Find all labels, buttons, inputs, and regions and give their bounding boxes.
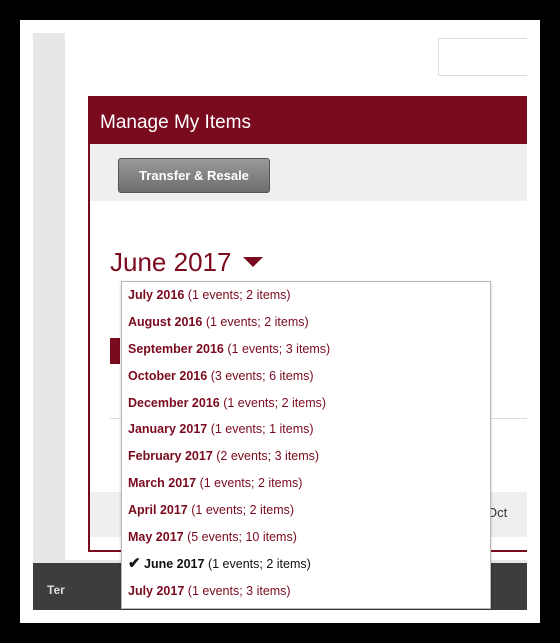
dropdown-item-month: April 2017 xyxy=(128,503,188,518)
dropdown-item-selected[interactable]: ✔ June 2017 (1 events; 2 items) xyxy=(122,551,490,578)
dropdown-item-count: (1 events; 3 items) xyxy=(187,583,291,598)
top-field[interactable] xyxy=(438,38,527,76)
transfer-resale-button[interactable]: Transfer & Resale xyxy=(118,158,270,193)
dropdown-item-month: March 2017 xyxy=(128,476,197,491)
dropdown-item-month: January 2017 xyxy=(128,422,208,437)
panel-title: Manage My Items xyxy=(100,112,251,133)
dropdown-item[interactable]: April 2017 (1 events; 2 items) xyxy=(122,497,490,524)
dropdown-item-count: (1 events; 3 items) xyxy=(227,341,331,356)
screenshot-frame: Manage My Items Transfer & Resale June 2… xyxy=(20,20,540,623)
dropdown-item[interactable]: May 2017 (5 events; 10 items) xyxy=(122,524,490,551)
selected-month-label: June 2017 xyxy=(110,247,232,277)
hidden-content-marker xyxy=(110,338,120,364)
dropdown-item-month: June 2017 xyxy=(144,556,205,571)
dropdown-item[interactable]: October 2016 (3 events; 6 items) xyxy=(122,363,490,390)
dropdown-item-count: (3 events; 6 items) xyxy=(210,368,314,383)
action-row: Transfer & Resale xyxy=(90,144,527,201)
dropdown-item[interactable]: August 2016 (1 events; 2 items) xyxy=(122,309,490,336)
dropdown-item[interactable]: February 2017 (2 events; 3 items) xyxy=(122,443,490,470)
checkmark-icon: ✔ xyxy=(128,554,141,572)
dropdown-item-month: July 2017 xyxy=(128,583,185,598)
dropdown-item-count: (1 events; 2 items) xyxy=(207,556,311,571)
dropdown-item-count: (1 events; 1 items) xyxy=(210,422,314,437)
dropdown-item-month: October 2016 xyxy=(128,368,208,383)
dropdown-item[interactable]: March 2017 (1 events; 2 items) xyxy=(122,470,490,497)
dropdown-item-count: (1 events; 2 items) xyxy=(205,314,309,329)
dropdown-item[interactable]: July 2016 (1 events; 2 items) xyxy=(122,282,490,309)
dropdown-item[interactable]: January 2017 (1 events; 1 items) xyxy=(122,416,490,443)
month-selector[interactable]: June 2017 xyxy=(110,247,264,278)
viewport: Manage My Items Transfer & Resale June 2… xyxy=(33,33,527,610)
dropdown-item-month: February 2017 xyxy=(128,449,213,464)
dropdown-item[interactable]: September 2016 (1 events; 3 items) xyxy=(122,336,490,363)
panel-header: Manage My Items xyxy=(90,98,527,144)
footer-link[interactable]: Ter xyxy=(47,583,65,597)
dropdown-item-count: (5 events; 10 items) xyxy=(187,530,297,545)
dropdown-item-month: September 2016 xyxy=(128,341,224,356)
dropdown-item-month: May 2017 xyxy=(128,530,184,545)
month-dropdown[interactable]: July 2016 (1 events; 2 items) August 201… xyxy=(121,281,491,609)
dropdown-item-month: July 2016 xyxy=(128,288,185,302)
dropdown-item[interactable]: July 2017 (1 events; 3 items) xyxy=(122,578,490,605)
dropdown-item-count: (1 events; 2 items) xyxy=(223,395,327,410)
caret-down-icon xyxy=(243,257,264,267)
dropdown-item-count: (1 events; 2 items) xyxy=(191,503,295,518)
dropdown-item-count: (1 events; 2 items) xyxy=(199,476,303,491)
dropdown-item-month: August 2016 xyxy=(128,314,203,329)
dropdown-item-count: (1 events; 2 items) xyxy=(187,288,291,302)
dropdown-item-count: (2 events; 3 items) xyxy=(216,449,320,464)
dropdown-item[interactable]: December 2016 (1 events; 2 items) xyxy=(122,390,490,417)
dropdown-item-month: December 2016 xyxy=(128,395,220,410)
